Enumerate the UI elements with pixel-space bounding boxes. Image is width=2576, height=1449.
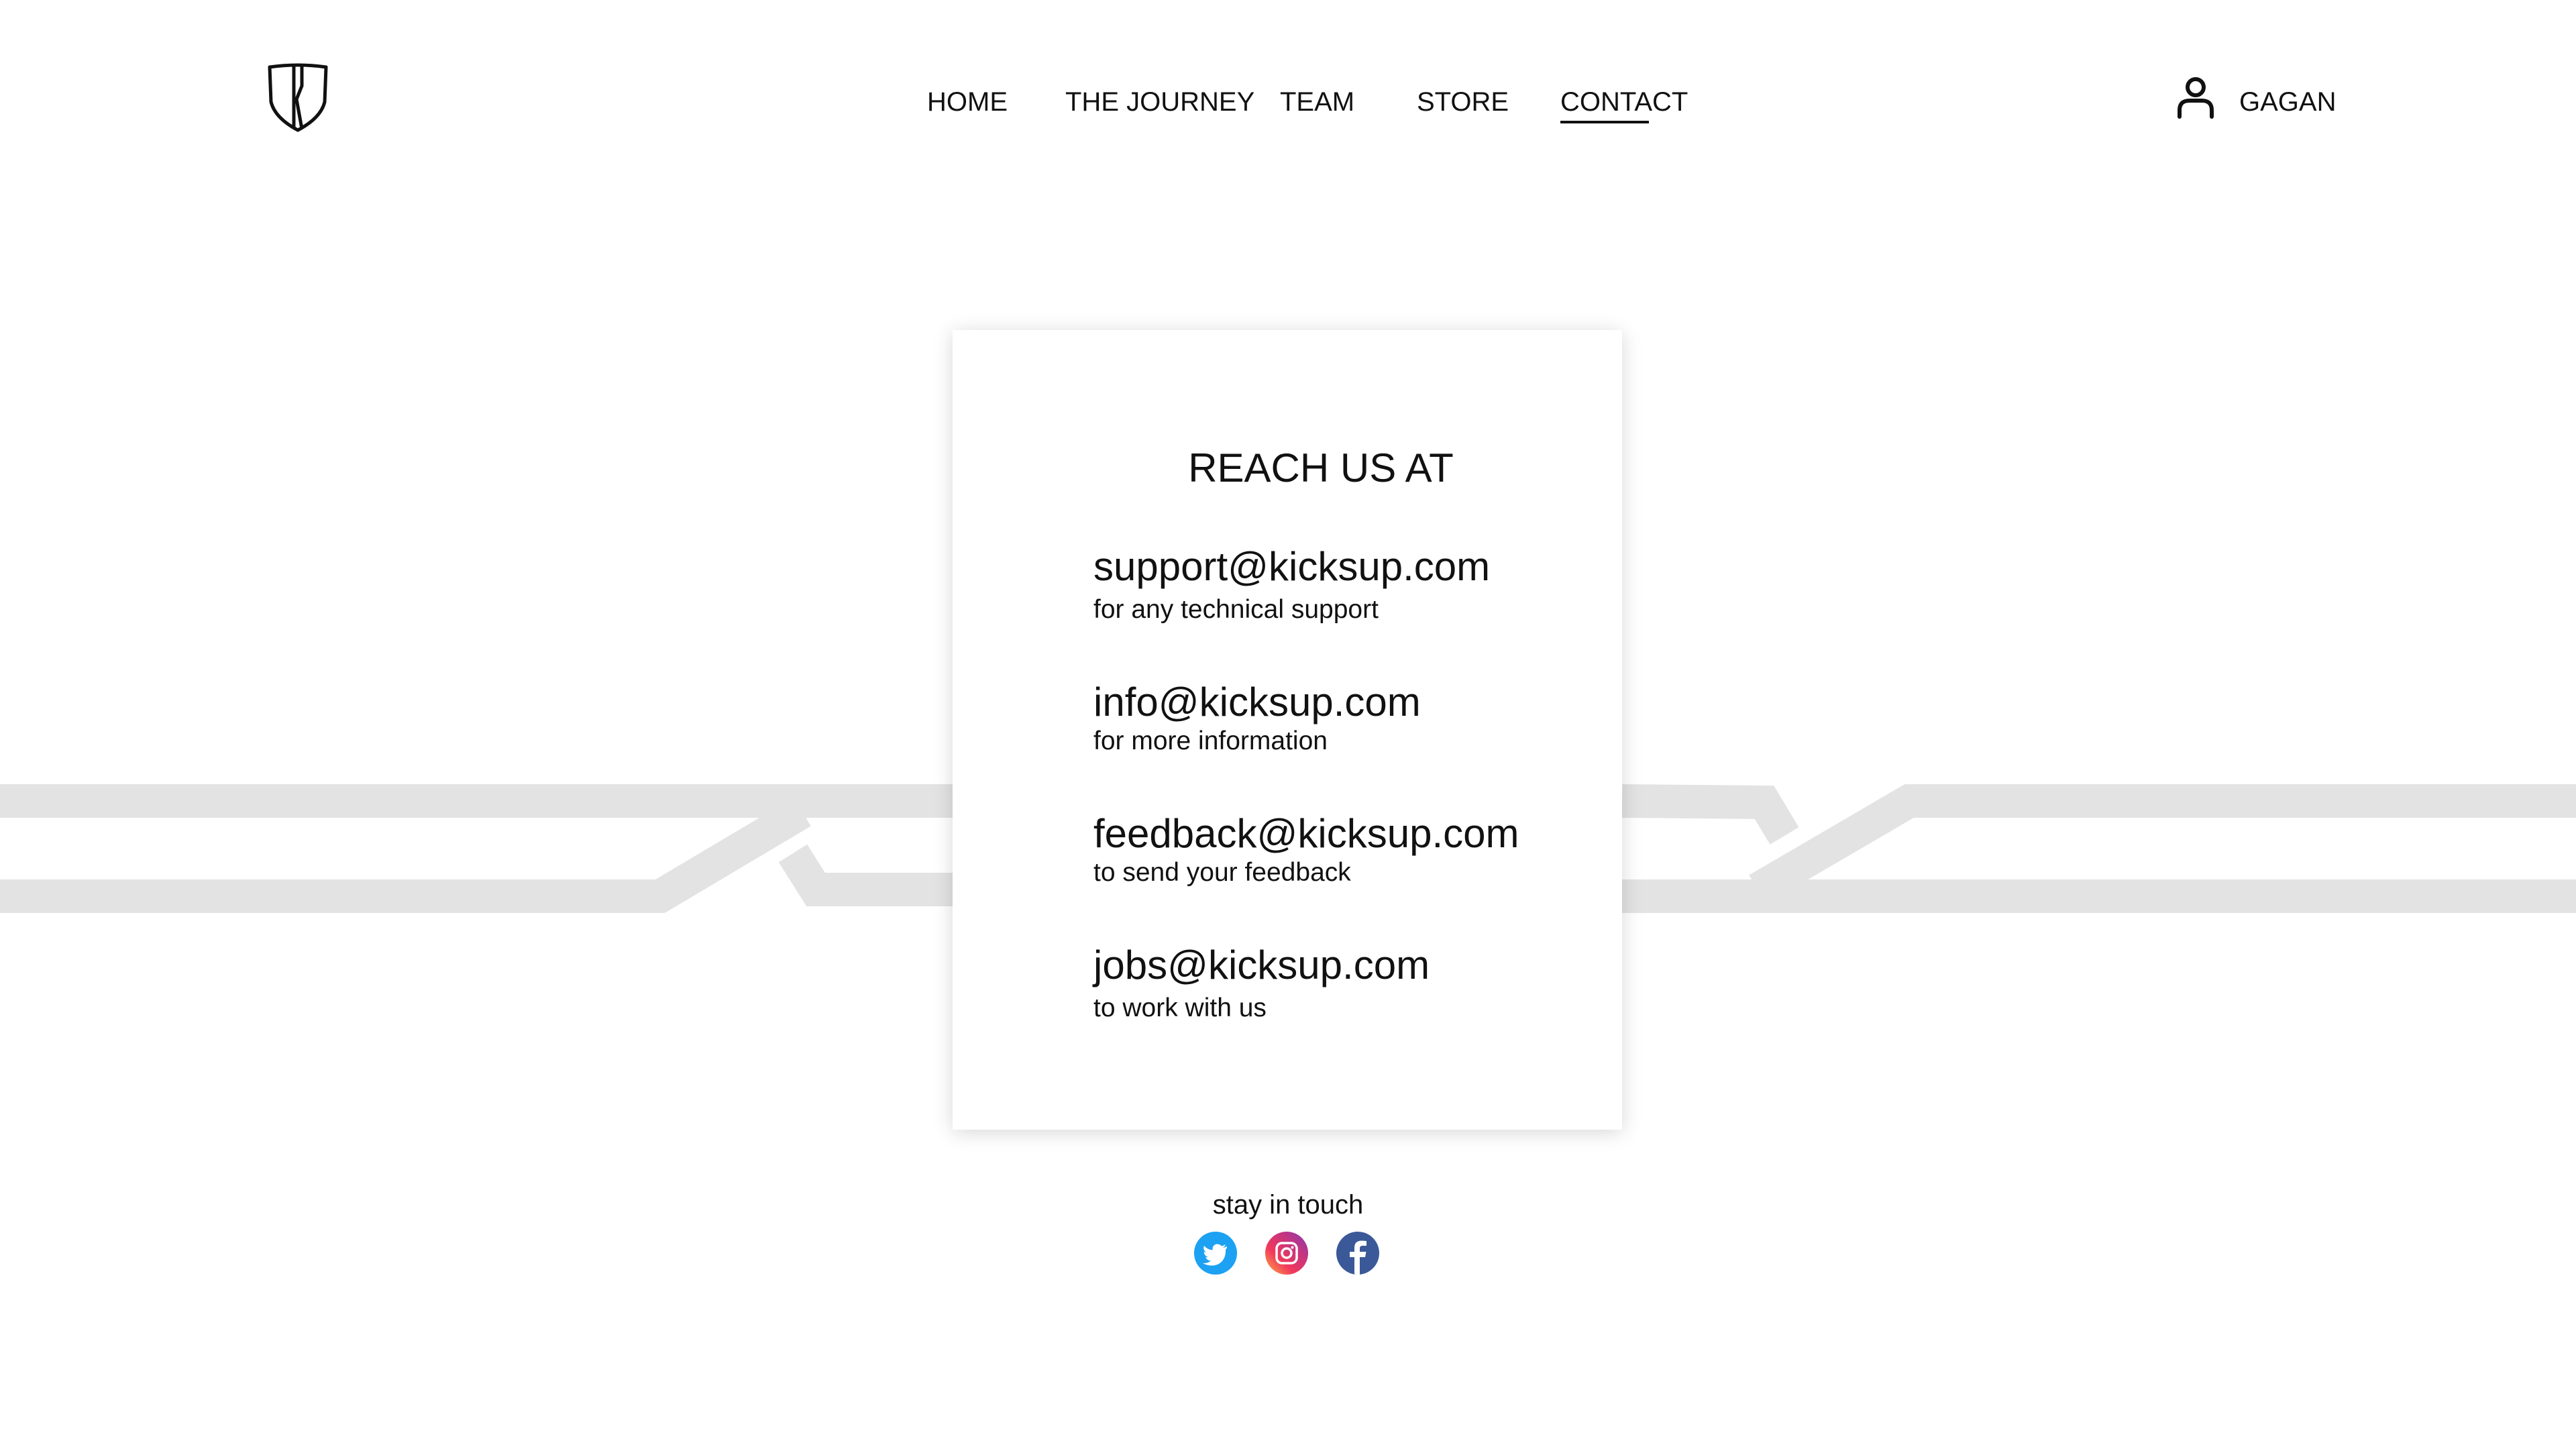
- jobs-email-link[interactable]: jobs@kicksup.com: [1093, 942, 1430, 989]
- card-title: REACH US AT: [1188, 445, 1454, 490]
- support-email-link[interactable]: support@kicksup.com: [1093, 543, 1490, 590]
- jobs-email-description: to work with us: [1093, 994, 1267, 1022]
- stay-in-touch-label: stay in touch: [1212, 1190, 1364, 1220]
- contact-page: HOME THE JOURNEY TEAM STORE CONTACT GAGA…: [0, 0, 2576, 1449]
- nav-contact[interactable]: CONTACT: [1560, 86, 1688, 118]
- shield-logo-icon[interactable]: [267, 63, 329, 133]
- user-icon[interactable]: [2176, 75, 2215, 119]
- feedback-email-link[interactable]: feedback@kicksup.com: [1093, 810, 1519, 857]
- nav-team[interactable]: TEAM: [1280, 86, 1354, 118]
- instagram-icon[interactable]: [1265, 1232, 1308, 1275]
- nav-the-journey[interactable]: THE JOURNEY: [1065, 86, 1254, 118]
- facebook-icon[interactable]: [1336, 1232, 1379, 1275]
- nav-store[interactable]: STORE: [1417, 86, 1509, 118]
- info-email-description: for more information: [1093, 727, 1328, 755]
- twitter-icon[interactable]: [1194, 1232, 1237, 1275]
- support-email-description: for any technical support: [1093, 595, 1379, 624]
- user-name[interactable]: GAGAN: [2239, 86, 2336, 118]
- info-email-link[interactable]: info@kicksup.com: [1093, 679, 1421, 726]
- nav-home[interactable]: HOME: [927, 86, 1008, 118]
- nav-active-underline: [1560, 121, 1649, 123]
- feedback-email-description: to send your feedback: [1093, 858, 1351, 887]
